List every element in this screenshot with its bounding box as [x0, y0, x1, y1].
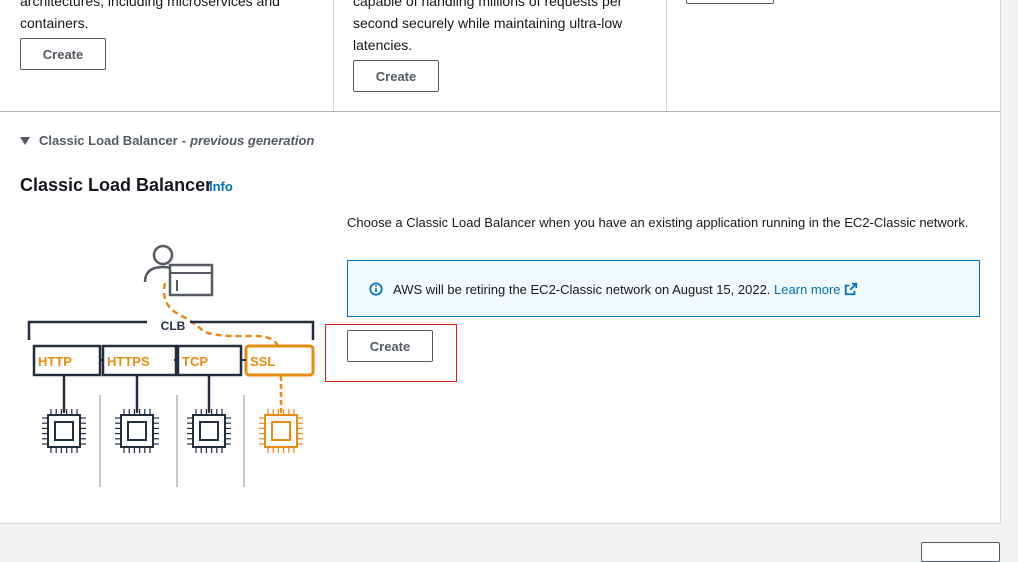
expander-label: Classic Load Balancer: [39, 133, 178, 148]
alert-message: AWS will be retiring the EC2-Classic net…: [393, 282, 771, 297]
alert-text: AWS will be retiring the EC2-Classic net…: [393, 281, 858, 299]
section-description: Choose a Classic Load Balancer when you …: [347, 215, 969, 230]
card2-desc-line2: second securely while maintaining ultra-…: [353, 15, 623, 31]
create-button-card3[interactable]: [686, 0, 774, 4]
instance-chip-icon: [259, 376, 303, 453]
listener-http: HTTP: [32, 344, 102, 377]
clb-diagram: CLB HTTP HTTPS TCP SSL: [20, 235, 325, 497]
footer-button[interactable]: [921, 542, 1000, 562]
section-title: Classic Load Balancer: [20, 175, 213, 195]
create-button-card1[interactable]: Create: [20, 38, 106, 70]
instance-chip-icon: [115, 376, 159, 453]
listener-https: HTTPS: [101, 344, 178, 377]
expander-separator: -: [181, 133, 187, 148]
svg-text:HTTPS: HTTPS: [107, 354, 150, 369]
instance-chip-icon: [187, 376, 231, 453]
info-alert: AWS will be retiring the EC2-Classic net…: [347, 260, 980, 317]
external-link-icon: [845, 282, 858, 296]
svg-text:HTTP: HTTP: [38, 354, 72, 369]
clb-label: CLB: [161, 319, 186, 333]
column-divider: [666, 0, 667, 111]
instances-group: [42, 376, 303, 487]
browser-window-icon: [168, 263, 214, 297]
card2-desc-line1: capable of handling millions of requests…: [353, 0, 623, 9]
listeners-group: HTTP HTTPS TCP SSL: [32, 344, 315, 377]
create-button-card2[interactable]: Create: [353, 60, 439, 92]
column-divider: [333, 0, 334, 111]
svg-text:TCP: TCP: [182, 354, 208, 369]
caret-down-icon: [20, 137, 30, 145]
highlight-box: [325, 324, 457, 382]
load-balancer-types-row: architectures, including microservices a…: [0, 0, 1000, 112]
listener-ssl: SSL: [244, 344, 315, 377]
listener-tcp: TCP: [176, 344, 243, 377]
card1-desc-line2: containers.: [20, 15, 89, 31]
load-balancer-panel: architectures, including microservices a…: [0, 0, 1001, 524]
classic-lb-expander[interactable]: Classic Load Balancer - previous generat…: [20, 133, 314, 149]
card1-desc-line1: architectures, including microservices a…: [20, 0, 280, 9]
svg-text:SSL: SSL: [250, 354, 275, 369]
learn-more-label: Learn more: [774, 282, 841, 297]
card2-desc-line3: latencies.: [353, 37, 413, 53]
clb-diagram-svg: CLB HTTP HTTPS TCP SSL: [27, 244, 315, 487]
info-circle-icon: [369, 282, 383, 296]
info-link[interactable]: Info: [209, 179, 233, 194]
expander-suffix: previous generation: [190, 133, 315, 148]
learn-more-link[interactable]: Learn more: [774, 282, 858, 297]
instance-chip-icon: [42, 376, 86, 453]
